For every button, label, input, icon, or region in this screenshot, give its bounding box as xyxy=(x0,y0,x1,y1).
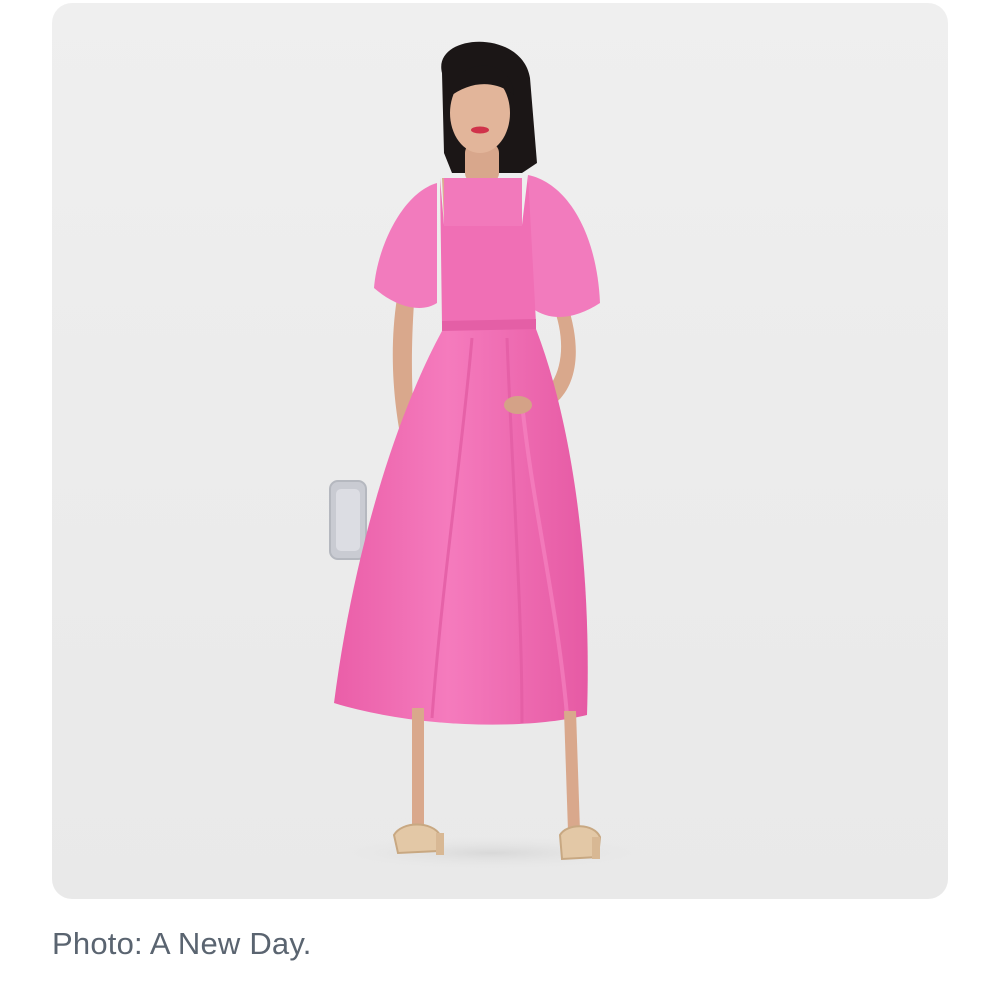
right-sleeve xyxy=(528,175,600,318)
photo-caption: Photo: A New Day. xyxy=(52,926,312,961)
floor-shadow xyxy=(322,835,662,871)
model-in-pink-dress-photo xyxy=(322,41,662,871)
left-sandal xyxy=(392,823,442,855)
right-heel xyxy=(592,837,600,859)
dress-skirt xyxy=(334,329,588,725)
left-heel xyxy=(436,833,444,855)
hand-in-pocket xyxy=(504,396,532,414)
product-photo[interactable] xyxy=(52,3,948,899)
article-image-block: Photo: A New Day. xyxy=(0,0,1000,1000)
right-leg xyxy=(564,711,580,831)
lips xyxy=(471,126,489,134)
left-sleeve xyxy=(374,183,437,308)
handbag-shine xyxy=(336,489,360,551)
left-leg xyxy=(412,708,424,833)
dress-neckline-panel xyxy=(444,178,522,226)
